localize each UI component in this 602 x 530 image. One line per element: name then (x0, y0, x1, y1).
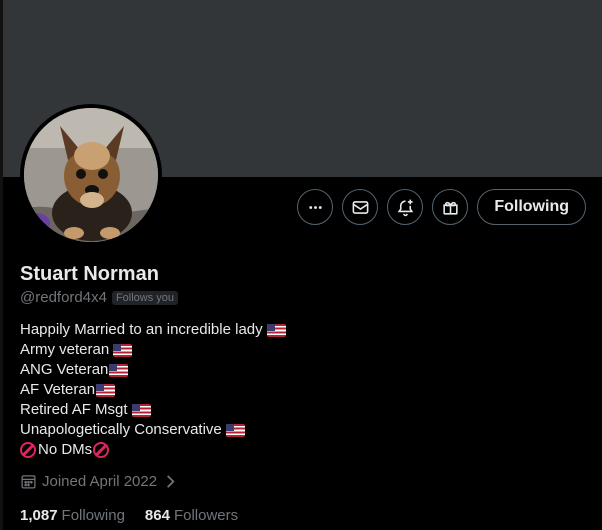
more-icon (309, 205, 322, 209)
notifications-button[interactable] (387, 189, 424, 225)
bio-text: Happily Married to an incredible lady (20, 321, 263, 338)
bio-line: Army veteran (20, 340, 286, 360)
bell-plus-icon (397, 199, 414, 216)
handle: @redford4x4 (20, 289, 107, 306)
following-button[interactable]: Following (477, 189, 586, 225)
no-entry-icon (93, 442, 110, 458)
joined-text: Joined April 2022 (42, 473, 158, 490)
bio-text: Army veteran (20, 341, 110, 358)
bio-text: No DMs (38, 441, 93, 458)
chevron-right-icon (167, 475, 175, 488)
profile-actions: Following (288, 189, 586, 225)
us-flag-icon (109, 363, 129, 377)
gift-button[interactable] (432, 189, 469, 225)
window-edge (0, 0, 3, 530)
bio-line: Retired AF Msgt (20, 400, 286, 420)
bio: Happily Married to an incredible lady Ar… (20, 320, 286, 460)
bio-text: ANG Veteran (20, 361, 109, 378)
message-button[interactable] (342, 189, 379, 225)
following-count: 1,087 (20, 507, 58, 524)
bio-line: Happily Married to an incredible lady (20, 320, 286, 340)
us-flag-icon (113, 343, 133, 357)
followers-count: 864 (144, 507, 170, 524)
display-name: Stuart Norman (20, 263, 159, 285)
handle-row: @redford4x4 Follows you (20, 289, 179, 306)
bio-line: ANG Veteran (20, 360, 286, 380)
following-stat[interactable]: 1,087 Following (20, 507, 125, 524)
us-flag-icon (266, 323, 286, 337)
followers-label: Followers (173, 507, 239, 524)
us-flag-icon (225, 423, 245, 437)
bio-line: No DMs (20, 440, 286, 460)
bio-text: Unapologetically Conservative (20, 421, 222, 438)
gift-icon (443, 201, 458, 215)
more-button[interactable] (297, 189, 334, 225)
bio-line: Unapologetically Conservative (20, 420, 286, 440)
avatar-image (24, 108, 158, 242)
follow-stats: 1,087 Following 864 Followers (20, 507, 258, 524)
bio-text: Retired AF Msgt (20, 401, 128, 418)
joined-date[interactable]: Joined April 2022 (20, 473, 184, 490)
avatar[interactable] (20, 104, 162, 246)
us-flag-icon (131, 403, 151, 417)
following-label: Following (61, 507, 125, 524)
us-flag-icon (96, 383, 116, 397)
followers-stat[interactable]: 864 Followers (145, 507, 238, 524)
bio-text: AF Veteran (20, 381, 96, 398)
calendar-icon (21, 475, 36, 489)
no-entry-icon (20, 442, 36, 458)
follows-you-badge: Follows you (111, 290, 179, 305)
bio-line: AF Veteran (20, 380, 286, 400)
envelope-icon (352, 200, 369, 214)
